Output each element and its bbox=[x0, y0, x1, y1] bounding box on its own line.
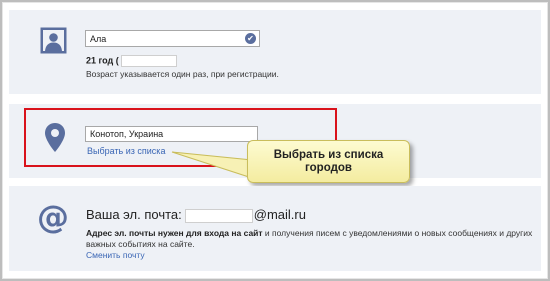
change-email-link[interactable]: Сменить почту bbox=[86, 250, 145, 260]
email-label: Ваша эл. почта: bbox=[86, 207, 182, 222]
age-line: 21 год ( bbox=[86, 55, 177, 67]
user-avatar-icon bbox=[40, 27, 67, 54]
checkmark-icon: ✔ bbox=[245, 33, 256, 44]
location-pin-icon bbox=[45, 123, 65, 152]
name-input-value: Ала bbox=[90, 34, 107, 44]
age-value: 21 год ( bbox=[86, 55, 119, 66]
email-row: Ваша эл. почта: @mail.ru bbox=[86, 207, 306, 223]
at-sign-icon: @ bbox=[37, 201, 69, 235]
birthdate-redacted-box bbox=[120, 55, 177, 67]
email-hint-bold: Адрес эл. почты нужен для входа на сайт bbox=[86, 228, 263, 238]
callout-tooltip: Выбрать из списка городов bbox=[247, 140, 410, 183]
callout-text: Выбрать из списка городов bbox=[273, 148, 384, 174]
age-hint: Возраст указывается один раз, при регист… bbox=[86, 69, 279, 79]
svg-text:@: @ bbox=[37, 201, 69, 235]
profile-section bbox=[9, 10, 541, 94]
city-input[interactable]: Конотоп, Украина bbox=[85, 126, 258, 142]
email-redacted-box bbox=[184, 208, 253, 223]
callout-pointer bbox=[171, 151, 253, 179]
email-hint: Адрес эл. почты нужен для входа на сайт … bbox=[86, 228, 536, 250]
name-input[interactable]: Ала ✔ bbox=[85, 30, 260, 47]
city-input-value: Конотоп, Украина bbox=[90, 129, 164, 139]
choose-from-list-link[interactable]: Выбрать из списка bbox=[87, 146, 165, 156]
email-domain: @mail.ru bbox=[253, 207, 306, 222]
